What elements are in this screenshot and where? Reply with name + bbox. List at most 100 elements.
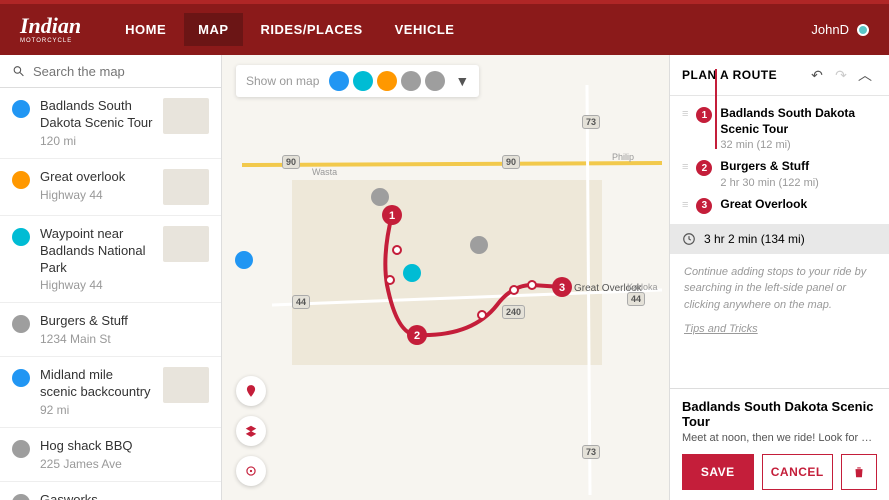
photo-icon bbox=[12, 171, 30, 189]
redo-button[interactable]: ↷ bbox=[829, 67, 853, 84]
item-title: Hog shack BBQ bbox=[40, 438, 209, 455]
stop-number: 3 bbox=[696, 198, 712, 214]
collapse-button[interactable]: ︿ bbox=[853, 65, 877, 85]
route-stop[interactable]: ≡ 3 Great Overlook bbox=[670, 193, 889, 218]
highway-shield: 73 bbox=[582, 445, 600, 459]
stop-meta: 2 hr 30 min (122 mi) bbox=[720, 177, 877, 189]
filter-food-icon[interactable] bbox=[401, 71, 421, 91]
highway-shield: 240 bbox=[502, 305, 525, 319]
poi-icon bbox=[12, 494, 30, 500]
map-tools bbox=[236, 376, 266, 486]
map-svg: 1 2 3 Great Overlook Philip Wasta Kadoka bbox=[222, 55, 669, 500]
poi-icon bbox=[12, 315, 30, 333]
search-bar[interactable] bbox=[0, 55, 221, 88]
map-filter-bar: Show on map ▼ bbox=[236, 65, 479, 97]
item-subtitle: Highway 44 bbox=[40, 278, 153, 292]
drag-handle-icon[interactable]: ≡ bbox=[682, 106, 688, 122]
highway-shield: 73 bbox=[582, 115, 600, 129]
filter-expand-icon[interactable]: ▼ bbox=[455, 73, 469, 89]
map-canvas[interactable]: Show on map ▼ 1 2 3 bbox=[222, 55, 669, 500]
item-title: Midland mile scenic backcountry bbox=[40, 367, 153, 401]
detail-description: Meet at noon, then we ride! Look for exi… bbox=[682, 432, 877, 444]
highway-shield: 44 bbox=[292, 295, 310, 309]
stop-number: 2 bbox=[696, 160, 712, 176]
filter-waypoints-icon[interactable] bbox=[353, 71, 373, 91]
item-title: Badlands South Dakota Scenic Tour bbox=[40, 98, 153, 132]
route-stop[interactable]: ≡ 2 Burgers & Stuff 2 hr 30 min (122 mi) bbox=[670, 155, 889, 193]
tool-locate[interactable] bbox=[236, 456, 266, 486]
results-list: Badlands South Dakota Scenic Tour 120 mi… bbox=[0, 88, 221, 500]
svg-text:Philip: Philip bbox=[612, 152, 634, 162]
highway-shield: 44 bbox=[627, 292, 645, 306]
item-thumbnail bbox=[163, 367, 209, 403]
route-total-text: 3 hr 2 min (134 mi) bbox=[704, 232, 805, 246]
nav-map[interactable]: MAP bbox=[184, 13, 242, 46]
map-poi-gas-icon[interactable] bbox=[371, 188, 389, 206]
item-title: Burgers & Stuff bbox=[40, 313, 209, 330]
delete-button[interactable] bbox=[841, 454, 877, 490]
undo-button[interactable]: ↶ bbox=[805, 67, 829, 84]
filter-routes-icon[interactable] bbox=[329, 71, 349, 91]
item-subtitle: 225 James Ave bbox=[40, 457, 209, 471]
item-subtitle: 92 mi bbox=[40, 403, 153, 417]
search-input[interactable] bbox=[33, 64, 209, 79]
stop-meta: 32 min (12 mi) bbox=[720, 139, 877, 151]
route-stops-list: ≡ 1 Badlands South Dakota Scenic Tour 32… bbox=[670, 96, 889, 224]
item-subtitle: 1234 Main St bbox=[40, 332, 209, 346]
route-stop[interactable]: ≡ 1 Badlands South Dakota Scenic Tour 32… bbox=[670, 102, 889, 155]
nav-rides-places[interactable]: RIDES/PLACES bbox=[247, 13, 377, 46]
poi-icon bbox=[12, 440, 30, 458]
filter-photos-icon[interactable] bbox=[377, 71, 397, 91]
route-icon bbox=[12, 369, 30, 387]
filter-label: Show on map bbox=[246, 74, 319, 88]
nav-home[interactable]: HOME bbox=[111, 13, 180, 46]
nav-vehicle[interactable]: VEHICLE bbox=[381, 13, 469, 46]
list-item[interactable]: Hog shack BBQ 225 James Ave bbox=[0, 428, 221, 482]
interstate-90 bbox=[242, 163, 662, 165]
stop-title: Burgers & Stuff bbox=[720, 159, 877, 175]
list-item[interactable]: Waypoint near Badlands National Park Hig… bbox=[0, 216, 221, 304]
user-menu[interactable]: JohnD bbox=[811, 22, 869, 37]
user-status-icon bbox=[857, 24, 869, 36]
stop-title: Great Overlook bbox=[720, 197, 877, 213]
tool-drop-pin[interactable] bbox=[236, 376, 266, 406]
svg-text:Kadoka: Kadoka bbox=[627, 282, 658, 292]
list-item[interactable]: Midland mile scenic backcountry 92 mi bbox=[0, 357, 221, 428]
tool-layers[interactable] bbox=[236, 416, 266, 446]
item-thumbnail bbox=[163, 226, 209, 262]
item-title: Gasworks bbox=[40, 492, 209, 500]
route-icon bbox=[12, 100, 30, 118]
item-subtitle: Highway 44 bbox=[40, 188, 153, 202]
drag-handle-icon[interactable]: ≡ bbox=[682, 159, 688, 175]
route-hint: Continue adding stops to your ride by se… bbox=[670, 254, 889, 324]
drag-handle-icon[interactable]: ≡ bbox=[682, 197, 688, 213]
route-detail-card: Badlands South Dakota Scenic Tour Meet a… bbox=[670, 388, 889, 500]
filter-gas-icon[interactable] bbox=[425, 71, 445, 91]
item-thumbnail bbox=[163, 98, 209, 134]
item-title: Great overlook bbox=[40, 169, 153, 186]
item-thumbnail bbox=[163, 169, 209, 205]
item-subtitle: 120 mi bbox=[40, 134, 153, 148]
list-item[interactable]: Badlands South Dakota Scenic Tour 120 mi bbox=[0, 88, 221, 159]
list-item[interactable]: Great overlook Highway 44 bbox=[0, 159, 221, 216]
stop-title: Badlands South Dakota Scenic Tour bbox=[720, 106, 877, 137]
top-nav: Indian MOTORCYCLE HOME MAP RIDES/PLACES … bbox=[0, 0, 889, 55]
trash-icon bbox=[852, 465, 866, 479]
cancel-button[interactable]: CANCEL bbox=[762, 454, 834, 490]
park-area bbox=[292, 180, 602, 365]
highway-shield: 90 bbox=[282, 155, 300, 169]
map-poi-route-icon[interactable] bbox=[235, 251, 253, 269]
tips-link[interactable]: Tips and Tricks bbox=[670, 323, 889, 345]
list-item[interactable]: Gasworks 33 Wabash St bbox=[0, 482, 221, 500]
map-waypoint-icon[interactable] bbox=[403, 264, 421, 282]
list-item[interactable]: Burgers & Stuff 1234 Main St bbox=[0, 303, 221, 357]
route-panel-title: PLAN A ROUTE bbox=[682, 68, 805, 82]
search-icon bbox=[12, 63, 25, 79]
route-panel-header: PLAN A ROUTE ↶ ↷ ︿ bbox=[670, 55, 889, 96]
route-total: 3 hr 2 min (134 mi) bbox=[670, 224, 889, 254]
search-sidebar: Badlands South Dakota Scenic Tour 120 mi… bbox=[0, 55, 222, 500]
map-poi-food-icon[interactable] bbox=[470, 236, 488, 254]
save-button[interactable]: SAVE bbox=[682, 454, 754, 490]
route-panel: PLAN A ROUTE ↶ ↷ ︿ ≡ 1 Badlands South Da… bbox=[669, 55, 889, 500]
detail-title: Badlands South Dakota Scenic Tour bbox=[682, 399, 877, 429]
